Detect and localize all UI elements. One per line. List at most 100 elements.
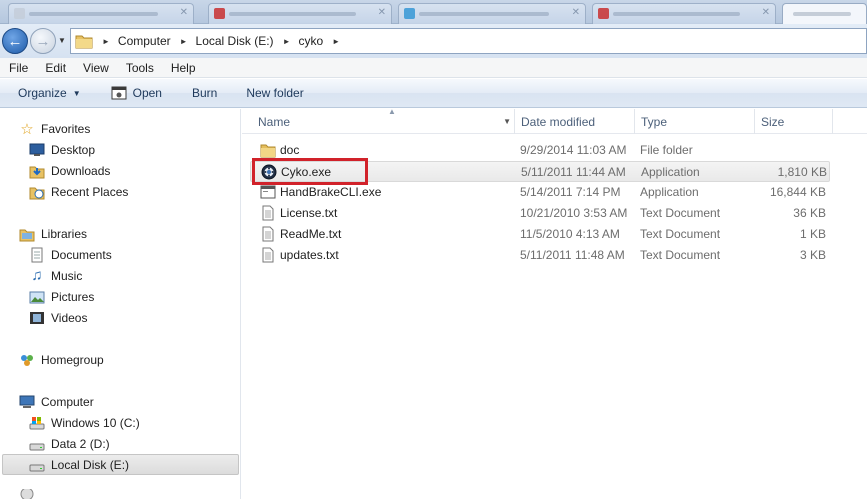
nav-desktop[interactable]: Desktop bbox=[29, 139, 95, 160]
breadcrumb-local-disk[interactable]: Local Disk (E:) bbox=[196, 34, 274, 48]
nav-label: Documents bbox=[51, 247, 112, 262]
file-row[interactable]: HandBrakeCLI.exe 5/14/2011 7:14 PM Appli… bbox=[250, 182, 830, 203]
file-type: Application bbox=[640, 185, 699, 199]
new-folder-button[interactable]: New folder bbox=[246, 86, 303, 100]
file-type: Application bbox=[641, 165, 700, 179]
chevron-down-icon[interactable]: ▼ bbox=[503, 117, 511, 126]
column-headers: ▲ Name ▼ Date modified Type Size bbox=[242, 107, 867, 134]
column-header-type[interactable]: Type bbox=[635, 109, 755, 134]
column-label: Size bbox=[761, 114, 785, 129]
column-label: Type bbox=[641, 114, 668, 129]
folder-icon bbox=[75, 35, 93, 49]
nav-downloads[interactable]: Downloads bbox=[29, 160, 110, 181]
nav-documents[interactable]: Documents bbox=[29, 244, 112, 265]
browser-tab-strip: ✕ ✕ ✕ ✕ bbox=[0, 0, 867, 24]
column-header-date[interactable]: Date modified bbox=[515, 109, 635, 134]
hard-drive-icon bbox=[29, 457, 45, 473]
chevron-down-icon: ▼ bbox=[72, 88, 81, 98]
file-date: 9/29/2014 11:03 AM bbox=[520, 143, 627, 157]
burn-button[interactable]: Burn bbox=[192, 86, 217, 100]
nav-label: Music bbox=[51, 268, 83, 283]
background-tab[interactable]: ✕ bbox=[8, 3, 194, 24]
column-label: Date modified bbox=[521, 114, 596, 129]
breadcrumb-separator-icon[interactable]: ► bbox=[283, 37, 291, 46]
forward-button[interactable]: → bbox=[30, 28, 56, 54]
file-date: 10/21/2010 3:53 AM bbox=[520, 206, 628, 220]
nav-drive-e[interactable]: Local Disk (E:) bbox=[2, 454, 239, 475]
nav-more-drive[interactable] bbox=[19, 489, 41, 499]
nav-label: Pictures bbox=[51, 289, 95, 304]
recent-places-icon bbox=[29, 184, 45, 200]
file-row[interactable]: updates.txt 5/11/2011 11:48 AM Text Docu… bbox=[250, 245, 830, 266]
nav-pictures[interactable]: Pictures bbox=[29, 286, 94, 307]
nav-label: Downloads bbox=[51, 163, 111, 178]
documents-icon bbox=[29, 247, 45, 263]
breadcrumb-cyko[interactable]: cyko bbox=[298, 34, 323, 48]
recent-pages-dropdown-icon[interactable]: ▼ bbox=[58, 36, 66, 45]
file-size: 1 KB bbox=[799, 227, 826, 241]
nav-label: Homegroup bbox=[41, 352, 104, 367]
organize-label: Organize bbox=[18, 86, 67, 100]
background-tab[interactable]: ✕ bbox=[398, 3, 586, 24]
file-date: 11/5/2010 4:13 AM bbox=[520, 227, 620, 241]
breadcrumb-computer[interactable]: Computer bbox=[118, 34, 171, 48]
nav-homegroup[interactable]: Homegroup bbox=[19, 349, 104, 370]
nav-favorites[interactable]: ☆ Favorites bbox=[19, 118, 90, 139]
open-button[interactable]: Open bbox=[111, 86, 162, 100]
nav-recent-places[interactable]: Recent Places bbox=[29, 181, 128, 202]
menu-view[interactable]: View bbox=[74, 61, 117, 75]
nav-label: Data 2 (D:) bbox=[51, 436, 110, 451]
tab-close-icon[interactable]: ✕ bbox=[180, 7, 188, 18]
column-header-size[interactable]: Size bbox=[755, 109, 833, 134]
active-tab[interactable] bbox=[782, 3, 867, 24]
file-date: 5/11/2011 11:44 AM bbox=[521, 165, 626, 179]
nav-label: Libraries bbox=[41, 226, 88, 241]
breadcrumb-separator-icon[interactable]: ► bbox=[332, 37, 340, 46]
breadcrumb-separator-icon[interactable]: ► bbox=[180, 37, 188, 46]
console-app-icon bbox=[260, 185, 276, 199]
tab-close-icon[interactable]: ✕ bbox=[762, 7, 770, 18]
file-row[interactable]: ReadMe.txt 11/5/2010 4:13 AM Text Docume… bbox=[250, 224, 830, 245]
back-button[interactable]: ← bbox=[2, 28, 28, 54]
file-name: doc bbox=[280, 143, 300, 157]
tab-close-icon[interactable]: ✕ bbox=[378, 7, 386, 18]
file-size: 36 KB bbox=[793, 206, 826, 220]
open-app-icon bbox=[111, 86, 127, 100]
menu-help[interactable]: Help bbox=[162, 61, 204, 75]
file-date: 5/14/2011 7:14 PM bbox=[520, 185, 621, 199]
star-icon: ☆ bbox=[20, 120, 34, 138]
menu-tools[interactable]: Tools bbox=[117, 61, 162, 75]
nav-libraries[interactable]: Libraries bbox=[19, 223, 87, 244]
column-header-name[interactable]: ▲ Name ▼ bbox=[252, 107, 515, 134]
file-type: File folder bbox=[640, 143, 693, 157]
text-file-icon bbox=[262, 205, 274, 221]
background-tab[interactable]: ✕ bbox=[208, 3, 392, 24]
address-bar[interactable]: ► Computer ► Local Disk (E:) ► cyko ► bbox=[70, 28, 867, 54]
menu-file[interactable]: File bbox=[0, 61, 36, 75]
burn-label: Burn bbox=[191, 86, 218, 100]
nav-label: Videos bbox=[51, 310, 88, 325]
file-row[interactable]: License.txt 10/21/2010 3:53 AM Text Docu… bbox=[250, 203, 830, 224]
new-folder-label: New folder bbox=[246, 86, 304, 100]
open-label: Open bbox=[132, 86, 162, 100]
nav-music[interactable]: ♫ Music bbox=[29, 265, 82, 286]
breadcrumb-separator-icon[interactable]: ► bbox=[102, 37, 110, 46]
command-bar: Organize ▼ Open Burn New folder bbox=[0, 79, 867, 108]
file-type: Text Document bbox=[640, 206, 721, 220]
nav-computer[interactable]: Computer bbox=[19, 391, 94, 412]
menu-edit[interactable]: Edit bbox=[36, 61, 74, 75]
menu-bar: File Edit View Tools Help bbox=[0, 58, 867, 78]
back-arrow-icon: ← bbox=[7, 32, 23, 50]
nav-label: Favorites bbox=[41, 121, 91, 136]
navigation-pane: ☆ Favorites Desktop Downloads Recent Pla… bbox=[0, 109, 241, 499]
file-name: License.txt bbox=[280, 206, 338, 220]
tab-close-icon[interactable]: ✕ bbox=[572, 7, 580, 18]
nav-videos[interactable]: Videos bbox=[29, 307, 87, 328]
pictures-icon bbox=[29, 289, 45, 305]
nav-drive-c[interactable]: Windows 10 (C:) bbox=[29, 412, 140, 433]
nav-drive-d[interactable]: Data 2 (D:) bbox=[29, 433, 110, 454]
organize-button[interactable]: Organize ▼ bbox=[18, 86, 81, 100]
file-name: ReadMe.txt bbox=[280, 227, 342, 241]
background-tab[interactable]: ✕ bbox=[592, 3, 776, 24]
nav-label: Windows 10 (C:) bbox=[51, 415, 140, 430]
